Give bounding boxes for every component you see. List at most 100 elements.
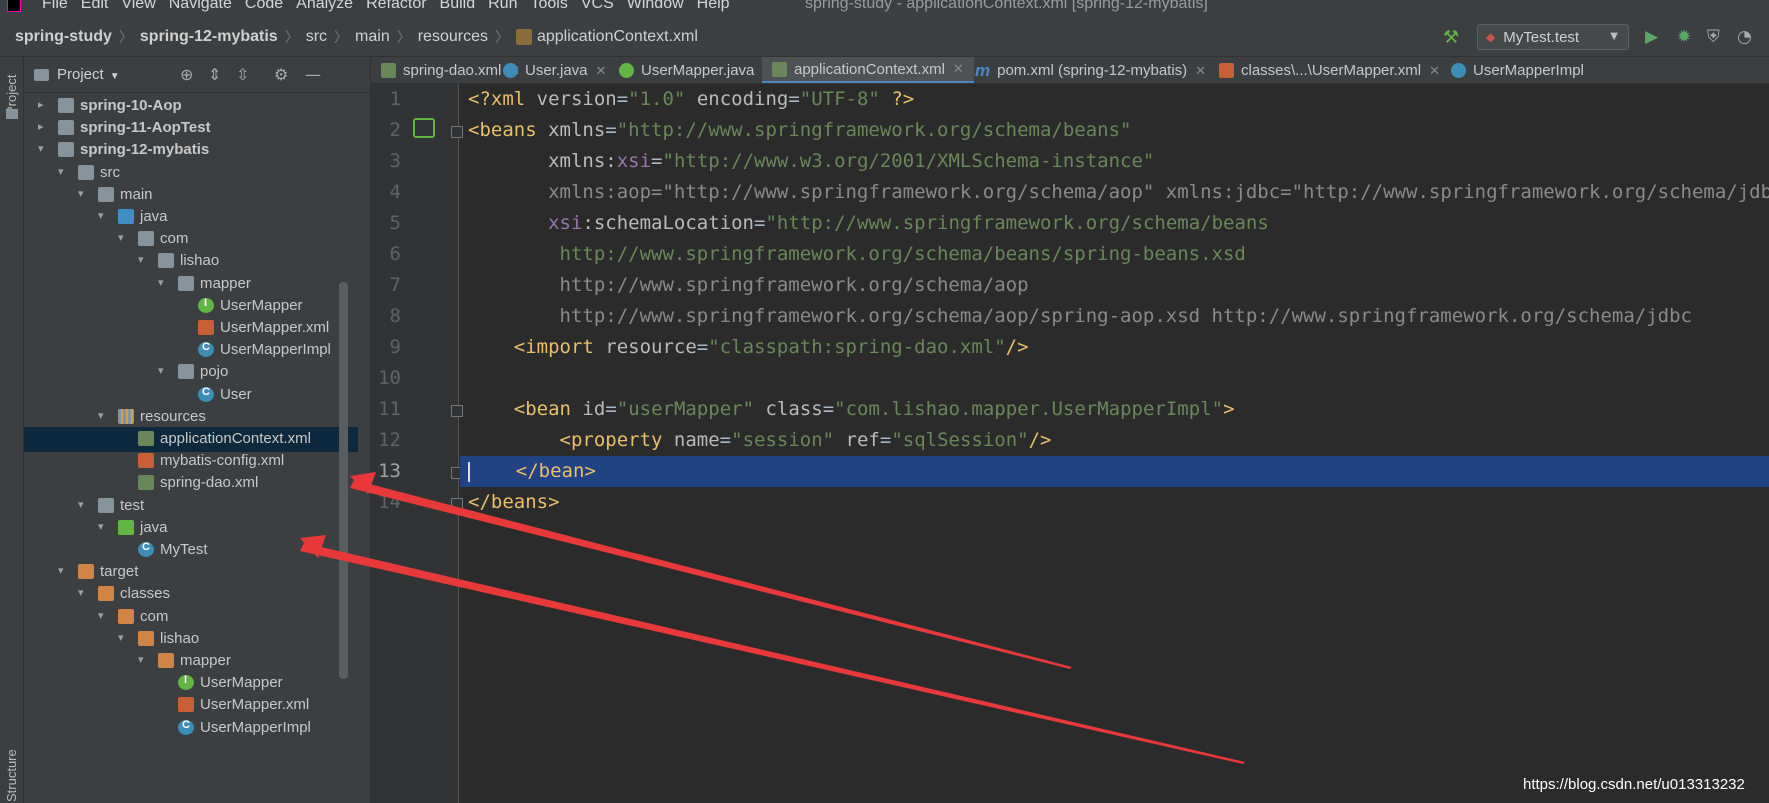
code-token: = [616,88,629,110]
chevron-down-icon[interactable]: ▾ [58,564,70,577]
breadcrumb-src[interactable]: src [306,28,327,46]
coverage-icon[interactable]: ⛨ [1707,27,1720,47]
chevron-right-icon[interactable]: ▸ [38,120,50,133]
chevron-down-icon[interactable]: ▾ [138,253,150,266]
code-token: = [879,429,892,451]
gear-icon[interactable]: ⚙ [274,65,288,84]
project-tree-scrollbar[interactable] [339,282,348,679]
run-configuration-select[interactable]: ◆ MyTest.test ▼ [1477,24,1629,50]
code-token: http://www.springframework.org/schema/ao… [468,305,1692,327]
close-tab-icon[interactable]: ✕ [953,61,964,77]
chevron-down-icon[interactable]: ▾ [118,631,130,644]
run-icon[interactable]: ▶ [1645,27,1658,47]
code-content[interactable]: <?xml version="1.0" encoding="UTF-8" ?> <… [460,84,1769,803]
line-number: 6 [389,243,401,265]
line-number: 4 [389,181,401,203]
editor-tab[interactable]: applicationContext.xml ✕ [762,57,974,83]
chevron-down-icon[interactable]: ▾ [58,165,70,178]
left-tool-stripe: Project Structure [0,57,24,803]
chevron-down-icon[interactable]: ▾ [118,231,130,244]
editor-tab[interactable]: User.java ✕ [493,57,616,83]
chevron-down-icon[interactable]: ▾ [158,276,170,289]
editor-tab[interactable]: classes\...\UserMapper.xml ✕ [1209,57,1450,83]
editor-tab[interactable]: UserMapper.java✕ [609,57,783,83]
code-token: resource [605,336,697,358]
breadcrumb-separator-icon: 〉 [118,29,133,45]
menu-item-tools[interactable]: Tools [530,0,567,13]
breadcrumb-main[interactable]: main [355,28,390,46]
chevron-down-icon[interactable]: ▾ [98,520,110,533]
editor-tab-label: pom.xml (spring-12-mybatis) [997,62,1188,79]
code-line: xmlns:xsi="http://www.w3.org/2001/XMLSch… [460,146,1769,177]
chevron-down-icon[interactable]: ▾ [98,409,110,422]
menu-item-window[interactable]: Window [627,0,684,13]
spring-xml-file-icon [772,61,787,77]
code-token: "com.lishao.mapper.UserMapperImpl" [834,398,1224,420]
code-line: <?xml version="1.0" encoding="UTF-8" ?> [460,84,1769,115]
chevron-down-icon[interactable]: ▾ [138,653,150,666]
breadcrumb-file[interactable]: applicationContext.xml [537,28,698,46]
menu-item-refactor[interactable]: Refactor [366,0,426,13]
locate-file-icon[interactable]: ⊕ [180,65,193,84]
editor-tab-label: UserMapper.java [641,62,755,79]
menu-item-code[interactable]: Code [245,0,283,13]
menu-item-help[interactable]: Help [697,0,730,13]
close-tab-icon[interactable]: ✕ [1195,63,1206,79]
code-token: "http://www.springframework.org/schema/b… [765,212,1269,234]
menu-item-vcs[interactable]: VCS [581,0,614,13]
menu-item-navigate[interactable]: Navigate [169,0,232,13]
close-tab-icon[interactable]: ✕ [596,63,607,79]
code-line: xmlns:aop="http://www.springframework.or… [460,177,1769,208]
pkg-icon [138,231,154,247]
spring-bean-gutter-icon[interactable] [413,118,435,138]
close-tab-icon[interactable]: ✕ [1429,63,1440,79]
menu-item-view[interactable]: View [121,0,155,13]
pkg-icon [178,364,194,380]
menu-item-file[interactable]: File [42,0,68,13]
project-view-select[interactable]: Project ▼ [57,66,120,83]
chevron-down-icon[interactable]: ▾ [98,209,110,222]
tree-item-label: UserMapper.xml [200,696,310,714]
menu-item-edit[interactable]: Edit [81,0,109,13]
chevron-right-icon[interactable]: ▸ [38,98,50,111]
structure-tool-window-button[interactable]: Structure [4,749,19,802]
chevron-down-icon[interactable]: ▾ [78,187,90,200]
chevron-down-icon[interactable]: ▾ [78,586,90,599]
code-token: </bean> [515,460,596,482]
tree-item-label: UserMapper [200,674,283,692]
profile-icon[interactable]: ◔ [1737,27,1752,47]
collapse-all-icon[interactable]: ⇳ [236,65,249,84]
code-token: xsi [548,212,583,234]
breadcrumb-project[interactable]: spring-study [15,28,112,46]
chevron-down-icon[interactable]: ▾ [38,142,50,155]
chevron-down-icon[interactable]: ▾ [158,364,170,377]
breadcrumb-resources[interactable]: resources [418,28,488,46]
menu-item-run[interactable]: Run [488,0,517,13]
breadcrumb-module[interactable]: spring-12-mybatis [140,28,278,46]
navigation-bar: spring-study 〉 spring-12-mybatis 〉 src 〉… [0,15,1769,57]
menu-item-build[interactable]: Build [440,0,476,13]
editor-tab[interactable]: UserMapperImpl [1441,57,1594,83]
chevron-down-icon[interactable]: ▾ [98,609,110,622]
xml-icon [138,453,154,469]
build-hammer-icon[interactable]: ⚒ [1443,27,1459,48]
tree-item-label: lishao [180,252,220,270]
code-editor[interactable]: 1 2 3 4 5 6 7 8 9 10 11 12 13 14 <?xml version="1.0" … [371,84,1769,803]
code-token: name [673,429,720,451]
tree-item[interactable]: UserMapperImpl [24,716,358,741]
chevron-down-icon[interactable]: ▾ [78,498,90,511]
hide-panel-icon[interactable]: — [305,65,321,84]
cls-icon [138,541,154,557]
code-token: "http://www.springframework.org/schema/b… [616,119,1132,141]
code-token: http://www.springframework.org/schema/be… [468,243,1246,265]
expand-all-icon[interactable]: ⇕ [208,65,221,84]
editor-tab-label: classes\...\UserMapper.xml [1241,62,1422,79]
code-token: ?> [891,88,915,110]
editor-tab[interactable]: m pom.xml (spring-12-mybatis) ✕ [965,57,1216,83]
debug-icon[interactable]: ✹ [1677,27,1691,47]
menu-item-analyze[interactable]: Analyze [296,0,353,13]
